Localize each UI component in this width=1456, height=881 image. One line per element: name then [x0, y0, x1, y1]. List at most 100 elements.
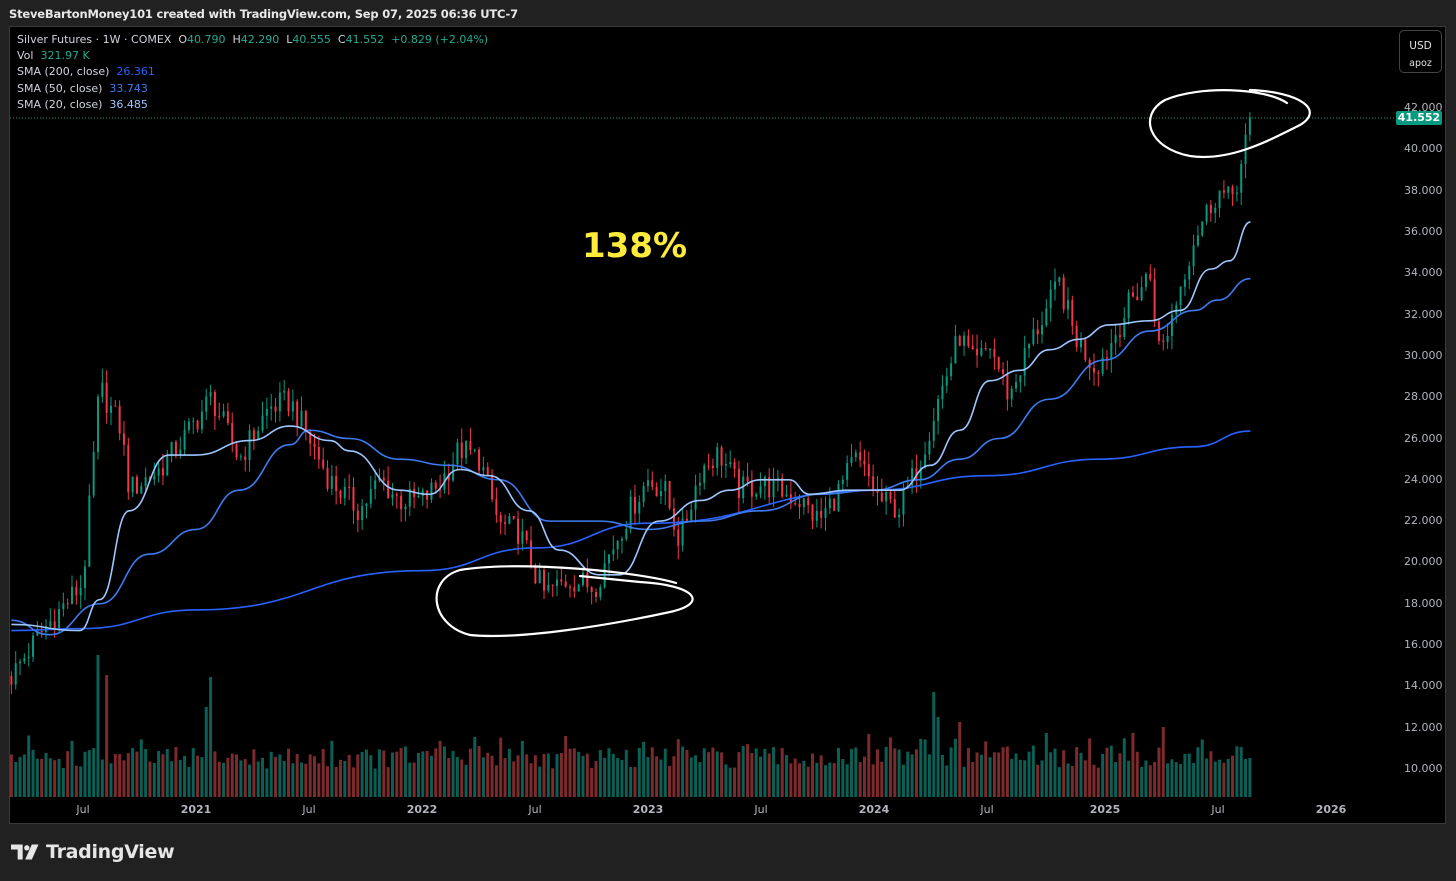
candle-body	[759, 486, 762, 495]
x-tick-label: Jul	[980, 803, 994, 816]
volume-bar	[849, 749, 853, 797]
candle-body	[304, 410, 307, 432]
candle-body	[456, 442, 459, 465]
volume-bar	[1231, 755, 1235, 797]
volume-bar	[538, 766, 542, 797]
sma50-row[interactable]: SMA (50, close) 33.743	[17, 81, 488, 97]
symbol-name[interactable]: Silver Futures · 1W · COMEX	[17, 33, 171, 46]
candle-body	[616, 540, 619, 550]
volume-bar	[594, 761, 598, 797]
volume-bar	[447, 758, 451, 797]
volume-bar	[503, 758, 507, 797]
volume-bar	[923, 739, 927, 797]
volume-bar	[408, 762, 412, 797]
candle-body	[538, 570, 541, 584]
candle-body	[1196, 235, 1199, 246]
volume-bar	[914, 749, 918, 797]
volume-bar	[607, 748, 611, 797]
volume-bar	[313, 756, 317, 797]
volume-bar	[170, 761, 174, 797]
lower-circle-annotation	[435, 565, 694, 638]
volume-bar	[1109, 745, 1113, 797]
candle-body	[646, 480, 649, 487]
volume-row[interactable]: Vol 321.97 K	[17, 48, 488, 64]
candle-body	[356, 510, 359, 521]
candle-body	[40, 631, 43, 633]
candle-body	[361, 506, 364, 521]
volume-bar	[27, 735, 31, 797]
candle-body	[1201, 221, 1204, 236]
y-tick-label: 12.000	[1404, 720, 1443, 734]
candle-body	[530, 540, 533, 568]
volume-bar	[1196, 747, 1200, 797]
volume-bar	[178, 759, 182, 797]
candle-body	[651, 480, 654, 487]
candle-body	[1222, 190, 1225, 193]
upper-circle-annotation	[1148, 88, 1311, 159]
tradingview-logo[interactable]: TradingView	[11, 841, 175, 863]
candle-body	[1214, 207, 1217, 214]
volume-bar	[992, 752, 996, 797]
volume-bar	[546, 753, 550, 797]
volume-bar	[901, 764, 905, 797]
volume-bar	[1174, 762, 1178, 797]
candle-body	[235, 444, 238, 458]
candle-body	[153, 475, 156, 480]
volume-bar	[35, 758, 39, 797]
volume-bar	[1127, 760, 1131, 797]
candle-body	[984, 347, 987, 349]
volume-bar	[165, 748, 169, 797]
sma20-row[interactable]: SMA (20, close) 36.485	[17, 97, 488, 113]
price-chart[interactable]	[0, 0, 1456, 881]
volume-bar	[204, 707, 208, 797]
candle-body	[755, 494, 758, 497]
volume-bar	[191, 748, 195, 797]
candle-body	[1067, 300, 1070, 310]
candle-body	[92, 451, 95, 496]
volume-bar	[1070, 766, 1074, 797]
volume-label: Vol	[17, 49, 34, 63]
volume-bar	[1096, 767, 1100, 797]
volume-bar	[633, 766, 637, 797]
candle-body	[690, 509, 693, 521]
candle-body	[508, 516, 511, 524]
candle-body	[620, 538, 623, 541]
candle-body	[841, 479, 844, 484]
candle-body	[335, 475, 338, 492]
volume-bar	[858, 762, 862, 797]
candle-body	[1227, 186, 1230, 193]
candle-body	[434, 482, 437, 489]
volume-bar	[442, 746, 446, 797]
volume-bar	[624, 749, 628, 797]
currency-unit-button[interactable]: USD apoz	[1399, 30, 1442, 73]
volume-bar	[958, 722, 962, 797]
volume-bar	[720, 752, 724, 797]
candle-body	[898, 514, 901, 518]
volume-bar	[48, 758, 52, 797]
candle-body	[32, 635, 35, 657]
volume-bar	[689, 757, 693, 797]
volume-bar	[841, 758, 845, 797]
candle-body	[534, 567, 537, 584]
candle-body	[1192, 245, 1195, 267]
hand-drawn-circles	[435, 88, 1311, 638]
volume-bar	[183, 755, 187, 797]
volume-bar	[429, 755, 433, 797]
sma20-value: 36.485	[109, 97, 148, 111]
volume-bar	[663, 748, 667, 797]
candle-body	[859, 452, 862, 461]
sma200-row[interactable]: SMA (200, close) 26.361	[17, 64, 488, 80]
ohlc-row: Silver Futures · 1W · COMEX O40.790 H42.…	[17, 32, 488, 48]
volume-bar	[542, 753, 546, 797]
y-tick-label: 32.000	[1404, 307, 1443, 321]
candle-body	[889, 492, 892, 500]
volume-bar	[1226, 758, 1230, 797]
volume-bar	[988, 757, 992, 797]
candle-body	[668, 481, 671, 509]
volume-bar	[209, 677, 213, 797]
candle-body	[720, 447, 723, 466]
volume-bar	[1062, 750, 1066, 797]
volume-bar	[356, 754, 360, 797]
currency-label: USD	[1409, 40, 1432, 52]
volume-bar	[642, 741, 646, 797]
